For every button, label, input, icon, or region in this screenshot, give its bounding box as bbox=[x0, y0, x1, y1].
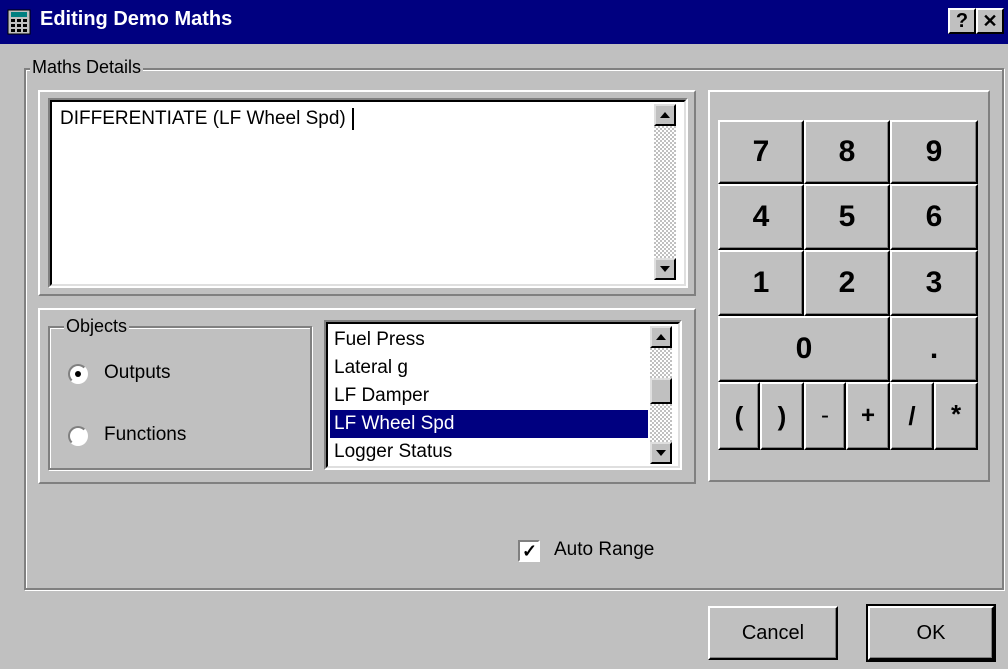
key-1[interactable]: 1 bbox=[718, 250, 804, 316]
calculator-icon bbox=[7, 9, 31, 35]
editing-maths-dialog: Editing Demo Maths ? ✕ Maths Details DIF… bbox=[0, 0, 1008, 669]
functions-radio[interactable] bbox=[68, 426, 88, 446]
list-item[interactable]: Logger Status bbox=[330, 438, 648, 466]
list-item[interactable]: Fuel Press bbox=[330, 326, 648, 354]
key-6[interactable]: 6 bbox=[890, 184, 978, 250]
objects-scrollbar[interactable] bbox=[650, 326, 672, 464]
key-open-paren[interactable]: ( bbox=[718, 382, 760, 450]
key-close-paren[interactable]: ) bbox=[760, 382, 804, 450]
outputs-radio[interactable] bbox=[68, 364, 88, 384]
auto-range-checkbox[interactable]: ✓ bbox=[518, 540, 540, 562]
list-item-selected[interactable]: LF Wheel Spd bbox=[330, 410, 648, 438]
key-7[interactable]: 7 bbox=[718, 120, 804, 184]
list-scroll-up-button[interactable] bbox=[650, 326, 672, 348]
arrow-up-icon bbox=[656, 334, 666, 340]
help-button[interactable]: ? bbox=[948, 8, 976, 34]
key-3[interactable]: 3 bbox=[890, 250, 978, 316]
close-icon: ✕ bbox=[982, 11, 998, 31]
objects-listbox[interactable]: Fuel Press Lateral g LF Damper LF Wheel … bbox=[324, 320, 682, 470]
key-divide[interactable]: / bbox=[890, 382, 934, 450]
list-item[interactable]: LF Damper bbox=[330, 382, 648, 410]
auto-range-label[interactable]: Auto Range bbox=[554, 539, 654, 561]
maths-details-label: Maths Details bbox=[30, 57, 144, 78]
title-bar[interactable]: Editing Demo Maths ? ✕ bbox=[0, 0, 1008, 44]
key-plus[interactable]: + bbox=[846, 382, 890, 450]
ok-button[interactable]: OK bbox=[866, 604, 996, 662]
key-4[interactable]: 4 bbox=[718, 184, 804, 250]
expression-editor[interactable]: DIFFERENTIATE (LF Wheel Spd) bbox=[48, 98, 688, 288]
expression-text: DIFFERENTIATE (LF Wheel Spd) bbox=[60, 108, 354, 130]
key-9[interactable]: 9 bbox=[890, 120, 978, 184]
arrow-down-icon bbox=[656, 450, 666, 456]
list-scroll-down-button[interactable] bbox=[650, 442, 672, 464]
key-5[interactable]: 5 bbox=[804, 184, 890, 250]
functions-radio-label[interactable]: Functions bbox=[104, 424, 186, 446]
key-8[interactable]: 8 bbox=[804, 120, 890, 184]
radio-selected-dot bbox=[75, 371, 81, 377]
objects-group bbox=[48, 326, 312, 470]
key-decimal[interactable]: . bbox=[890, 316, 978, 382]
list-item[interactable]: Lateral g bbox=[330, 354, 648, 382]
scroll-down-button[interactable] bbox=[654, 258, 676, 280]
help-icon: ? bbox=[955, 10, 969, 32]
window-title: Editing Demo Maths bbox=[40, 8, 233, 30]
expression-value: DIFFERENTIATE (LF Wheel Spd) bbox=[60, 108, 346, 130]
key-multiply[interactable]: * bbox=[934, 382, 978, 450]
cancel-button[interactable]: Cancel bbox=[708, 606, 838, 660]
arrow-down-icon bbox=[660, 266, 670, 272]
key-0[interactable]: 0 bbox=[718, 316, 890, 382]
expression-scrollbar[interactable] bbox=[654, 104, 676, 280]
objects-label: Objects bbox=[64, 316, 130, 337]
outputs-radio-label[interactable]: Outputs bbox=[104, 362, 171, 384]
list-scroll-thumb[interactable] bbox=[650, 378, 672, 404]
close-button[interactable]: ✕ bbox=[976, 8, 1004, 34]
checkmark-icon: ✓ bbox=[522, 541, 538, 561]
key-2[interactable]: 2 bbox=[804, 250, 890, 316]
arrow-up-icon bbox=[660, 112, 670, 118]
scroll-up-button[interactable] bbox=[654, 104, 676, 126]
key-minus[interactable]: - bbox=[804, 382, 846, 450]
text-caret bbox=[351, 108, 354, 130]
